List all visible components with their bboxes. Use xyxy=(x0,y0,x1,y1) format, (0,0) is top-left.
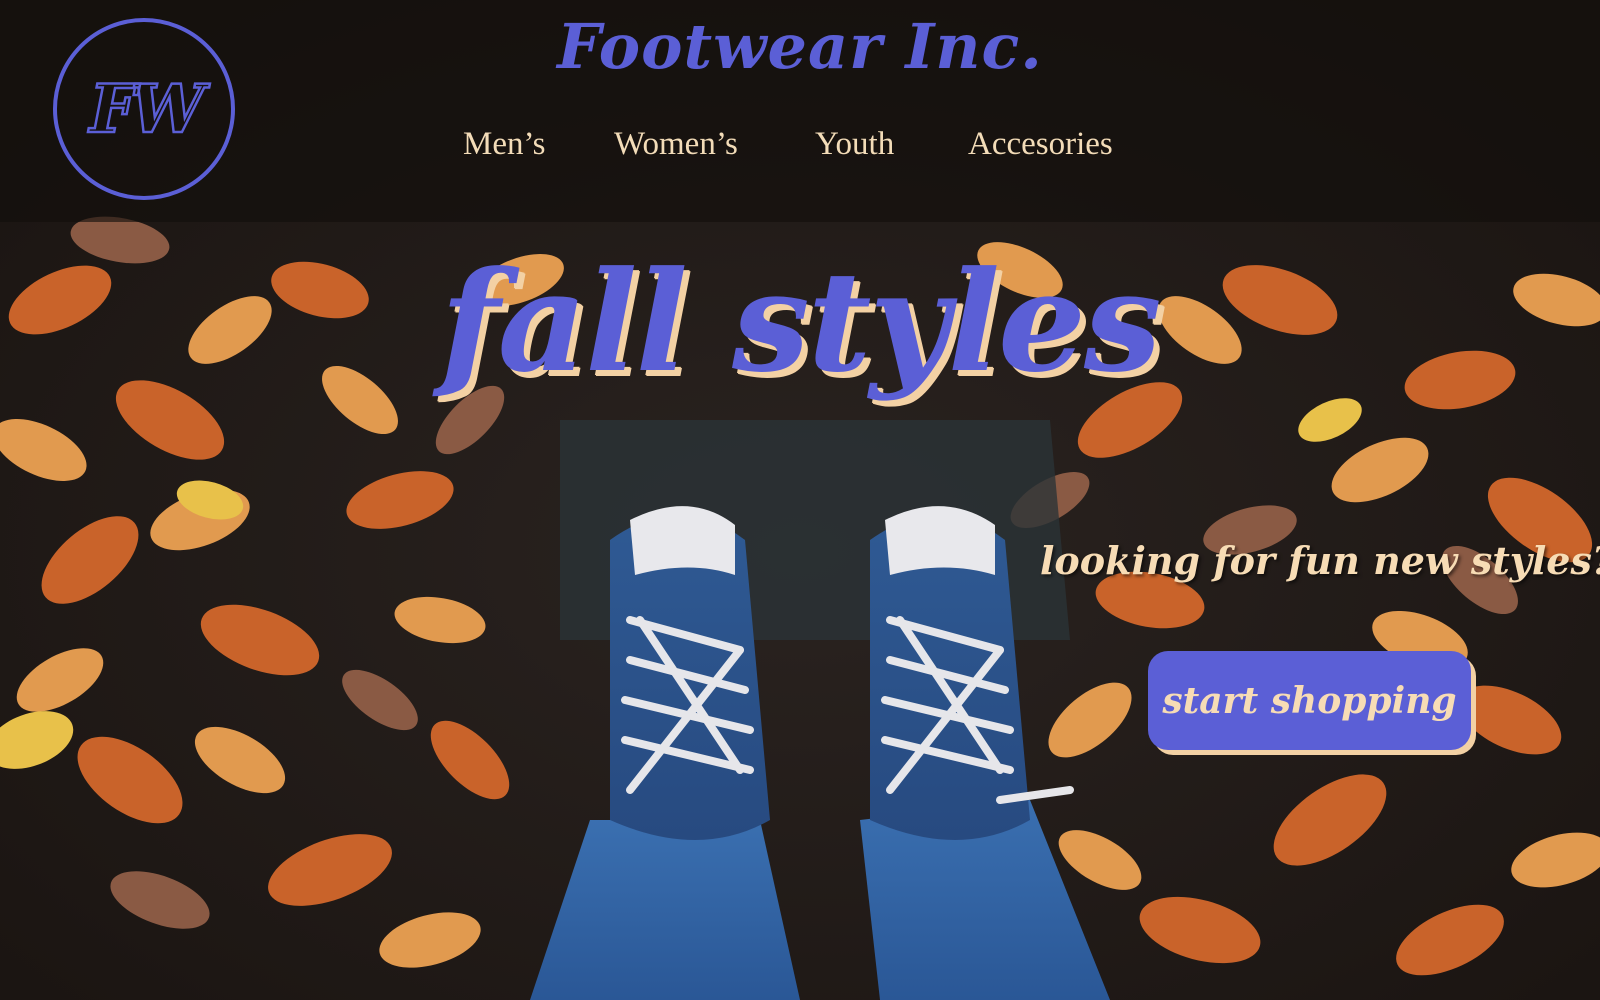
hero-title: fall styles xyxy=(440,240,1161,403)
nav-link-accessories[interactable]: Accesories xyxy=(968,126,1113,163)
brand-name: Footwear Inc. xyxy=(557,10,1043,83)
nav-link-mens[interactable]: Men’s xyxy=(463,126,546,163)
nav-link-womens[interactable]: Women’s xyxy=(614,126,738,163)
hero-tagline: looking for fun new styles? xyxy=(1040,538,1600,583)
start-shopping-button[interactable]: start shopping xyxy=(1148,651,1471,750)
left-shoe xyxy=(610,506,770,840)
nav-link-youth[interactable]: Youth xyxy=(815,126,894,163)
site-header: FW Footwear Inc. Men’s Women’s Youth Acc… xyxy=(0,0,1600,222)
main-nav: Men’s Women’s Youth Accesories xyxy=(0,126,1600,170)
